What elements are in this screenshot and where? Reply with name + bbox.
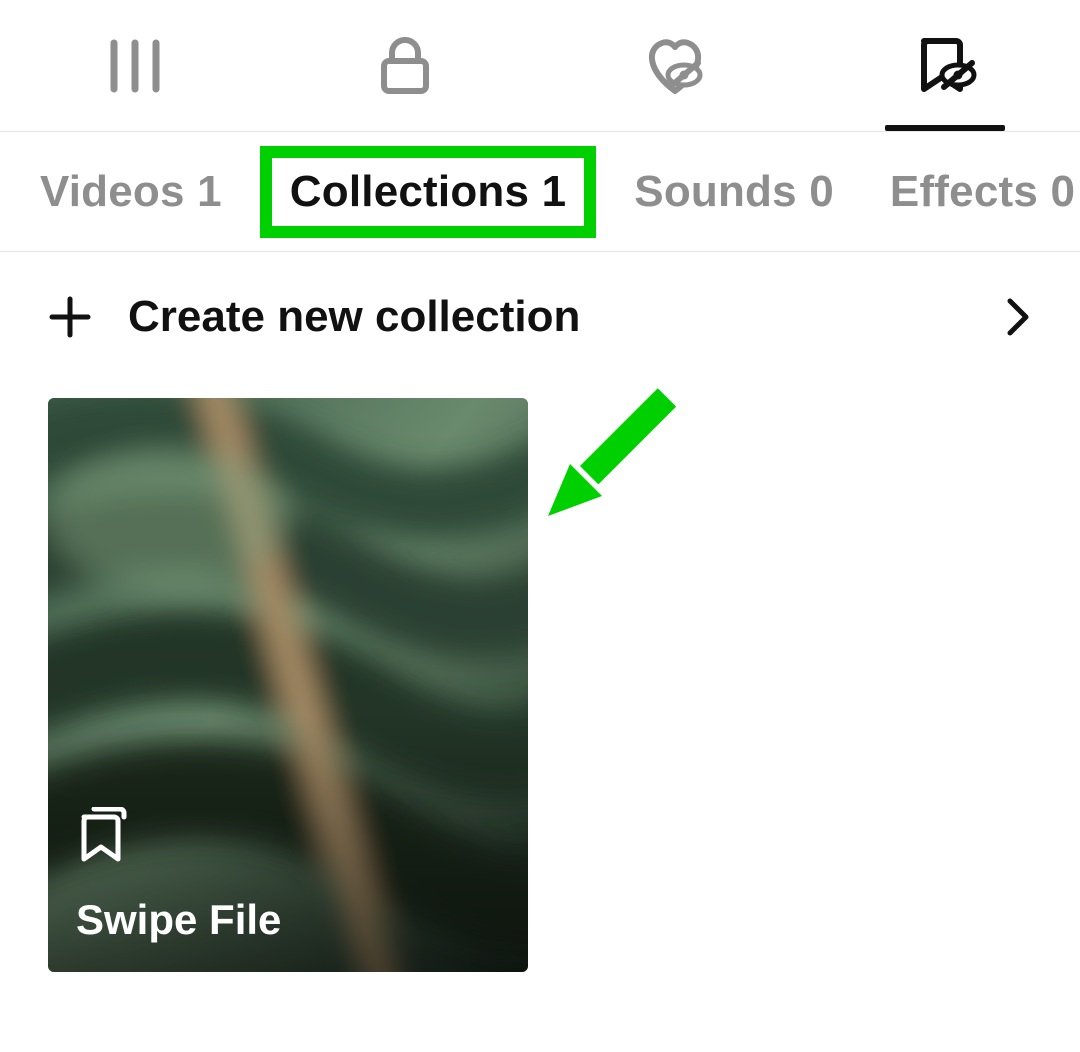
collection-title: Swipe File [76,896,281,944]
subtab-effects-label: Effects [890,167,1038,216]
annotation-highlight-box: Collections 1 [260,146,596,238]
subtab-collections[interactable]: Collections 1 [278,158,578,226]
subtab-collections-count: 1 [542,167,567,216]
plus-icon [48,295,92,339]
subtab-sounds[interactable]: Sounds 0 [634,167,834,217]
grid-lines-icon [106,37,164,95]
collection-card-overlay: Swipe File [76,807,281,944]
heart-hidden-icon [640,35,710,97]
bookmark-stack-icon [76,807,281,868]
subtab-effects-count: 0 [1050,167,1075,216]
lock-icon [374,35,436,97]
subtab-videos-label: Videos [40,167,185,216]
saved-subtabs: Videos 1 Collections 1 Sounds 0 Effects … [0,132,1080,252]
profile-icon-tabs [0,0,1080,132]
tab-private[interactable] [270,0,540,131]
subtab-collections-label: Collections [290,167,529,216]
tab-liked[interactable] [540,0,810,131]
create-collection-button[interactable]: Create new collection [48,292,1032,342]
subtab-effects[interactable]: Effects 0 [890,167,1075,217]
subtab-videos-count: 1 [197,167,222,216]
collection-card[interactable]: Swipe File [48,398,528,972]
tab-feed[interactable] [0,0,270,131]
subtab-sounds-count: 0 [809,167,834,216]
tab-saved[interactable] [810,0,1080,131]
subtab-videos[interactable]: Videos 1 [40,167,222,217]
create-collection-label: Create new collection [128,292,580,342]
collections-pane: Create new collection [0,252,1080,1012]
chevron-right-icon [1004,295,1032,339]
annotation-arrow-icon [530,378,700,553]
active-tab-underline [885,125,1005,131]
subtab-sounds-label: Sounds [634,167,797,216]
bookmark-hidden-icon [910,35,980,97]
